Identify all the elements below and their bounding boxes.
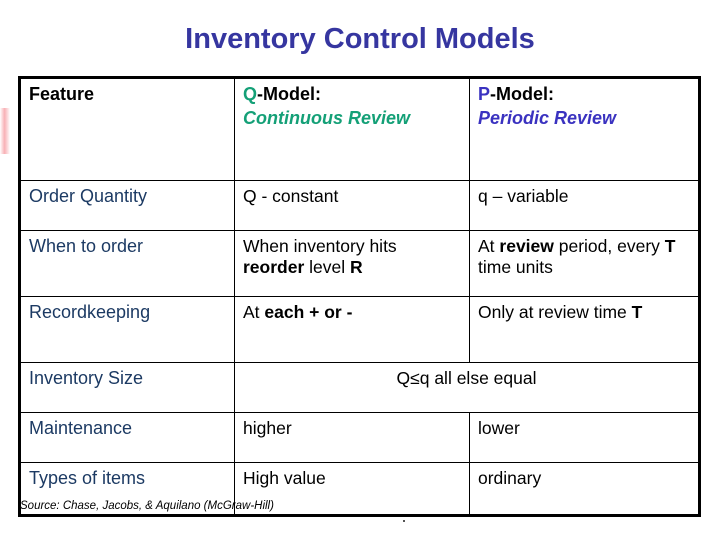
header-q-letter: Q <box>243 84 258 104</box>
feature-label: Inventory Size <box>29 368 144 388</box>
header-cell-p-model: P-Model: Periodic Review <box>469 77 700 181</box>
plain-text: Only at review time <box>478 302 632 322</box>
plain-text: ordinary <box>478 468 542 488</box>
q-model-cell: higher <box>234 412 470 463</box>
left-edge-accent-mark <box>0 108 10 154</box>
plain-text: When inventory hits <box>243 236 397 256</box>
merged-value-cell: Q≤q all else equal <box>234 362 700 413</box>
header-cell-feature: Feature <box>19 77 235 181</box>
emphasis-text: T <box>631 302 643 322</box>
feature-cell: Recordkeeping <box>19 296 235 363</box>
source-citation: Source: Chase, Jacobs, & Aquilano (McGra… <box>20 500 274 512</box>
table-row: Recordkeeping At each + or - Only at rev… <box>19 296 700 363</box>
table-body: Feature Q-Model: Continuous Review P-Mod… <box>19 77 700 516</box>
p-model-cell: lower <box>469 412 700 463</box>
slide-canvas: Inventory Control Models Feature Q-Model… <box>0 0 720 540</box>
header-cell-q-model: Q-Model: Continuous Review <box>234 77 470 181</box>
plain-text: q – variable <box>478 186 569 206</box>
emphasis-text: T <box>664 236 676 256</box>
header-q-rest: -Model: <box>257 84 321 104</box>
p-model-cell: q – variable <box>469 180 700 231</box>
header-q-model-title: Q-Model: <box>243 84 461 105</box>
feature-cell: When to order <box>19 230 235 297</box>
stray-dot-artifact <box>403 520 405 522</box>
q-model-cell: When inventory hits reorder level R <box>234 230 470 297</box>
plain-text: At <box>478 236 500 256</box>
feature-label: Maintenance <box>29 418 133 438</box>
feature-label: Types of items <box>29 468 146 488</box>
emphasis-text: R <box>350 256 363 277</box>
emphasis-text: each + or - <box>264 302 353 322</box>
emphasis-text: review <box>499 236 554 256</box>
feature-cell: Inventory Size <box>19 362 235 413</box>
plain-text: lower <box>478 418 520 438</box>
plain-text: higher <box>243 418 292 438</box>
header-p-rest: -Model: <box>490 84 554 104</box>
q-model-cell: At each + or - <box>234 296 470 363</box>
p-model-cell: Only at review time T <box>469 296 700 363</box>
feature-label: Recordkeeping <box>29 302 151 322</box>
plain-text: period, every <box>553 236 665 256</box>
q-model-cell: Q - constant <box>234 180 470 231</box>
plain-text: time units <box>478 256 553 277</box>
header-label-feature: Feature <box>29 84 95 104</box>
table-row: When to order When inventory hits reorde… <box>19 230 700 297</box>
page-title: Inventory Control Models <box>185 23 535 55</box>
comparison-table-container: Feature Q-Model: Continuous Review P-Mod… <box>18 76 701 517</box>
header-q-subtitle: Continuous Review <box>243 108 411 129</box>
plain-text: level <box>304 256 350 277</box>
header-p-subtitle: Periodic Review <box>478 108 617 129</box>
feature-label: Order Quantity <box>29 186 148 206</box>
plain-text: At <box>243 302 265 322</box>
p-model-cell: At review period, every T time units <box>469 230 700 297</box>
inventory-control-models-table: Feature Q-Model: Continuous Review P-Mod… <box>18 76 701 517</box>
table-row: Maintenance higher lower <box>19 412 700 463</box>
emphasis-text: reorder <box>243 256 305 277</box>
table-row: Order Quantity Q - constant q – variable <box>19 180 700 231</box>
table-header-row: Feature Q-Model: Continuous Review P-Mod… <box>19 77 700 181</box>
p-model-cell: ordinary <box>469 462 700 516</box>
feature-cell: Order Quantity <box>19 180 235 231</box>
feature-cell: Maintenance <box>19 412 235 463</box>
header-p-model-title: P-Model: <box>478 84 690 105</box>
feature-label: When to order <box>29 236 144 256</box>
table-row: Inventory Size Q≤q all else equal <box>19 362 700 413</box>
plain-text: High value <box>243 468 326 488</box>
header-p-letter: P <box>478 84 491 104</box>
plain-text: Q - constant <box>243 186 339 206</box>
